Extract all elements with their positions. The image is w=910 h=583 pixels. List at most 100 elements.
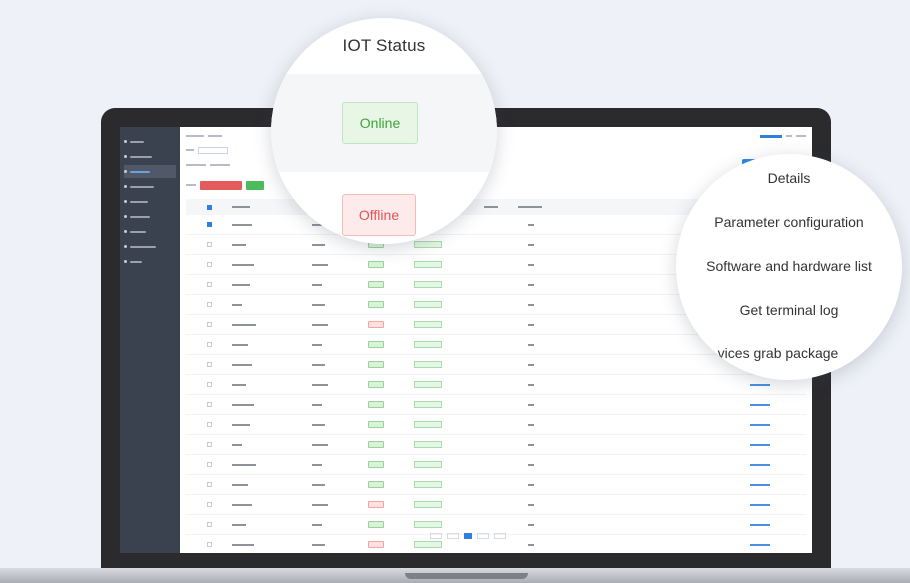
table-row[interactable] [186, 455, 806, 475]
status-box [414, 461, 442, 468]
table-row[interactable] [186, 495, 806, 515]
status-box [414, 541, 442, 548]
row-checkbox[interactable] [206, 302, 212, 307]
row-action-link[interactable] [750, 483, 770, 486]
table-row[interactable] [186, 475, 806, 495]
user-menu[interactable] [760, 134, 782, 138]
menu-icon [124, 245, 127, 248]
status-pill [368, 301, 384, 308]
menu-icon [124, 185, 127, 188]
add-button[interactable] [246, 180, 264, 190]
notification-icon[interactable] [786, 135, 792, 137]
status-box [414, 241, 442, 248]
sidebar-item[interactable] [124, 240, 176, 253]
row-checkbox[interactable] [206, 402, 212, 407]
row-checkbox[interactable] [206, 282, 212, 287]
row-checkbox[interactable] [206, 462, 212, 467]
row-checkbox[interactable] [206, 262, 212, 267]
row-checkbox[interactable] [206, 222, 212, 227]
status-box [414, 281, 442, 288]
row-checkbox[interactable] [206, 362, 212, 367]
table-row[interactable] [186, 515, 806, 535]
filter-input[interactable] [198, 146, 228, 154]
status-box [414, 401, 442, 408]
menu-icon [124, 155, 127, 158]
row-checkbox[interactable] [206, 542, 212, 547]
status-box [414, 301, 442, 308]
status-box [414, 341, 442, 348]
status-pill [368, 261, 384, 268]
menu-icon [124, 260, 127, 263]
row-action-link[interactable] [750, 503, 770, 506]
pagination [430, 533, 506, 539]
status-pill [368, 541, 384, 548]
status-box [414, 321, 442, 328]
settings-icon[interactable] [796, 135, 806, 137]
sidebar-item[interactable] [124, 195, 176, 208]
sidebar-item[interactable] [124, 180, 176, 193]
status-box [414, 501, 442, 508]
sidebar-item[interactable] [124, 150, 176, 163]
status-box [414, 441, 442, 448]
row-action-link[interactable] [750, 463, 770, 466]
row-action-link[interactable] [750, 543, 770, 546]
iot-status-title: IOT Status [342, 36, 426, 55]
sidebar-item[interactable] [124, 135, 176, 148]
row-checkbox[interactable] [206, 322, 212, 327]
row-checkbox[interactable] [206, 522, 212, 527]
row-checkbox[interactable] [206, 342, 212, 347]
menu-icon [124, 200, 127, 203]
page-button[interactable] [477, 533, 489, 539]
status-box [414, 421, 442, 428]
page-button[interactable] [430, 533, 442, 539]
select-all-checkbox[interactable] [206, 204, 212, 210]
status-pill [368, 401, 384, 408]
table-row[interactable] [186, 435, 806, 455]
menu-icon [124, 170, 127, 173]
row-checkbox[interactable] [206, 482, 212, 487]
menu-item-details[interactable]: Details [676, 170, 902, 186]
status-pill [368, 321, 384, 328]
row-checkbox[interactable] [206, 502, 212, 507]
row-action-link[interactable] [750, 383, 770, 386]
offline-status-badge: Offline [342, 194, 416, 236]
breadcrumb [208, 135, 222, 137]
online-status-badge: Online [342, 102, 418, 144]
delete-button[interactable] [200, 180, 242, 190]
row-checkbox[interactable] [206, 242, 212, 247]
status-box [414, 361, 442, 368]
status-box [414, 261, 442, 268]
current-page-button[interactable] [464, 533, 472, 539]
action-menu-magnifier: Details Parameter configuration Software… [676, 154, 902, 380]
status-pill [368, 341, 384, 348]
sidebar-item[interactable] [124, 225, 176, 238]
status-pill [368, 461, 384, 468]
sidebar [120, 127, 180, 553]
page-button[interactable] [447, 533, 459, 539]
page-button[interactable] [494, 533, 506, 539]
row-checkbox[interactable] [206, 422, 212, 427]
menu-icon [124, 230, 127, 233]
status-pill [368, 441, 384, 448]
menu-item-grab-package[interactable]: vices grab package [676, 345, 902, 361]
status-box [414, 521, 442, 528]
sidebar-item[interactable] [124, 210, 176, 223]
row-action-link[interactable] [750, 423, 770, 426]
table-row[interactable] [186, 395, 806, 415]
sidebar-item-active[interactable] [124, 165, 176, 178]
menu-item-get-terminal-log[interactable]: Get terminal log [676, 302, 902, 318]
row-action-link[interactable] [750, 523, 770, 526]
table-row[interactable] [186, 415, 806, 435]
status-pill [368, 521, 384, 528]
iot-status-magnifier: IOT Status Online Offline [271, 18, 497, 244]
row-action-link[interactable] [750, 443, 770, 446]
menu-item-parameter-configuration[interactable]: Parameter configuration [676, 214, 902, 230]
status-box [414, 481, 442, 488]
row-checkbox[interactable] [206, 382, 212, 387]
status-box [414, 381, 442, 388]
table-row[interactable] [186, 375, 806, 395]
row-checkbox[interactable] [206, 442, 212, 447]
sidebar-item[interactable] [124, 255, 176, 268]
menu-item-software-hardware-list[interactable]: Software and hardware list [676, 258, 902, 274]
row-action-link[interactable] [750, 403, 770, 406]
